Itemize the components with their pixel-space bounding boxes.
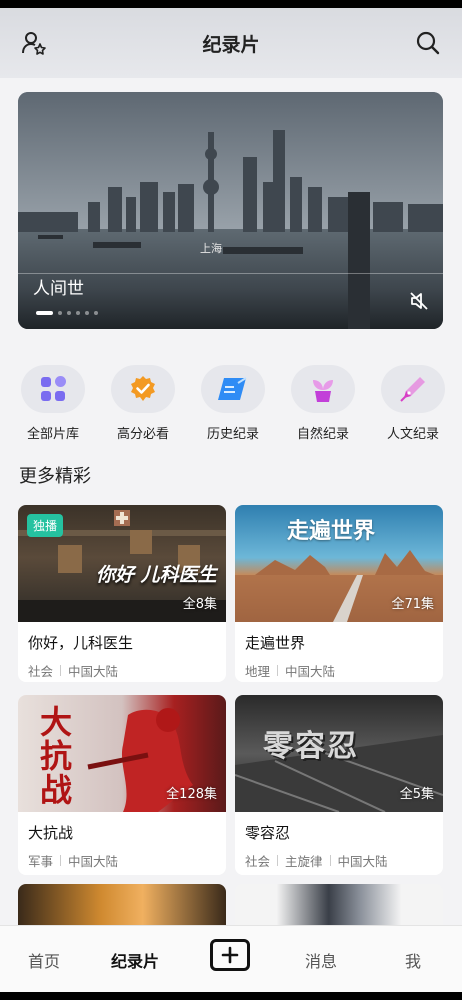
category-label: 历史纪录 [206, 427, 259, 442]
card-thumbnail: 走遍世界 全71集 [235, 505, 443, 622]
badge-check-icon [131, 376, 155, 401]
episode-count: 全128集 [166, 787, 217, 802]
nav-documentary[interactable]: 纪录片 [111, 948, 159, 972]
mute-icon[interactable] [409, 291, 429, 315]
tag: 军事 [28, 854, 54, 869]
card-thumb-text: 你好 儿科医生 [96, 564, 217, 586]
card-thumb-text: 大抗战 [40, 703, 73, 809]
bottom-nav: 首页 纪录片 消息 我 [0, 925, 462, 993]
exclusive-badge: 独播 [27, 514, 64, 537]
page-title: 纪录片 [202, 34, 260, 56]
card-thumbnail: 零容忍 全5集 [235, 695, 443, 812]
card-title: 零容忍 [245, 824, 291, 842]
header: 纪录片 [0, 8, 462, 78]
episode-count: 全71集 [391, 597, 434, 612]
card-title: 你好，儿科医生 [28, 634, 134, 652]
tag: 地理 [245, 664, 271, 679]
card-title: 大抗战 [28, 824, 74, 842]
card-tags: 社会 中国大陆 [28, 661, 118, 680]
category-all[interactable]: 全部片库 [10, 365, 96, 442]
tag-separator [277, 855, 279, 866]
episode-count: 全8集 [182, 597, 217, 612]
tag: 中国大陆 [285, 664, 336, 679]
hero-overlay-text: 上海 [200, 242, 222, 255]
category-culture[interactable]: 人文纪录 [370, 365, 456, 442]
tag-separator [60, 855, 62, 866]
category-label: 全部片库 [26, 427, 79, 442]
nav-messages[interactable]: 消息 [305, 948, 337, 972]
carousel-indicator [36, 311, 98, 315]
plant-icon [313, 380, 333, 402]
tag: 中国大陆 [68, 664, 119, 679]
doc-card[interactable]: 走遍世界 全71集 走遍世界 地理 中国大陆 [235, 505, 443, 682]
tag: 中国大陆 [337, 854, 388, 869]
scroll-icon [218, 377, 247, 400]
category-icon-wrap [111, 365, 175, 413]
section-title: 更多精彩 [19, 466, 91, 487]
card-thumb-text: 走遍世界 [287, 519, 376, 544]
status-bar [0, 0, 462, 8]
plus-icon[interactable] [210, 939, 250, 971]
tag-separator [60, 665, 62, 676]
category-icon-wrap [381, 365, 445, 413]
tag: 社会 [245, 854, 271, 869]
hero-title: 人间世 [33, 279, 84, 299]
pen-icon [400, 377, 425, 402]
category-nature[interactable]: 自然纪录 [280, 365, 366, 442]
category-label: 自然纪录 [296, 427, 349, 442]
tag-separator [277, 665, 279, 676]
tag: 社会 [28, 664, 54, 679]
category-label: 高分必看 [116, 427, 169, 442]
category-label: 人文纪录 [386, 427, 439, 442]
category-top-rated[interactable]: 高分必看 [100, 365, 186, 442]
hero-banner[interactable]: 上海 人间世 [18, 92, 443, 329]
category-icon-wrap [201, 365, 265, 413]
doc-card[interactable]: 大抗战 全128集 大抗战 军事 中国大陆 [18, 695, 226, 875]
home-indicator-bar [0, 992, 462, 1000]
doc-card[interactable]: 你好 儿科医生 独播 全8集 你好，儿科医生 社会 中国大陆 [18, 505, 226, 682]
carousel-dot [67, 311, 71, 315]
category-icon-wrap [291, 365, 355, 413]
card-tags: 社会 主旋律 中国大陆 [245, 851, 388, 870]
category-history[interactable]: 历史纪录 [190, 365, 276, 442]
grid-icon [41, 376, 66, 401]
doc-card-partial[interactable] [235, 884, 443, 925]
nav-home[interactable]: 首页 [28, 948, 60, 972]
tag-separator [329, 855, 331, 866]
card-title: 走遍世界 [245, 634, 306, 652]
nav-me[interactable]: 我 [405, 948, 421, 972]
carousel-dot [76, 311, 80, 315]
search-icon[interactable] [412, 27, 444, 59]
card-tags: 地理 中国大陆 [245, 661, 335, 680]
carousel-dot-active [36, 311, 53, 315]
carousel-dot [58, 311, 62, 315]
carousel-dot [85, 311, 89, 315]
card-thumb-text: 零容忍 [263, 729, 359, 764]
doc-card-partial[interactable] [18, 884, 226, 925]
carousel-dot [94, 311, 98, 315]
category-row: 全部片库 高分必看 历史纪录 自然纪录 人文纪录 [0, 365, 462, 445]
doc-card[interactable]: 零容忍 全5集 零容忍 社会 主旋律 中国大陆 [235, 695, 443, 875]
card-tags: 军事 中国大陆 [28, 851, 118, 870]
card-thumbnail: 大抗战 全128集 [18, 695, 226, 812]
card-thumbnail: 你好 儿科医生 独播 全8集 [18, 505, 226, 622]
episode-count: 全5集 [399, 787, 434, 802]
tag: 主旋律 [285, 854, 323, 869]
category-icon-wrap [21, 365, 85, 413]
tag: 中国大陆 [68, 854, 119, 869]
